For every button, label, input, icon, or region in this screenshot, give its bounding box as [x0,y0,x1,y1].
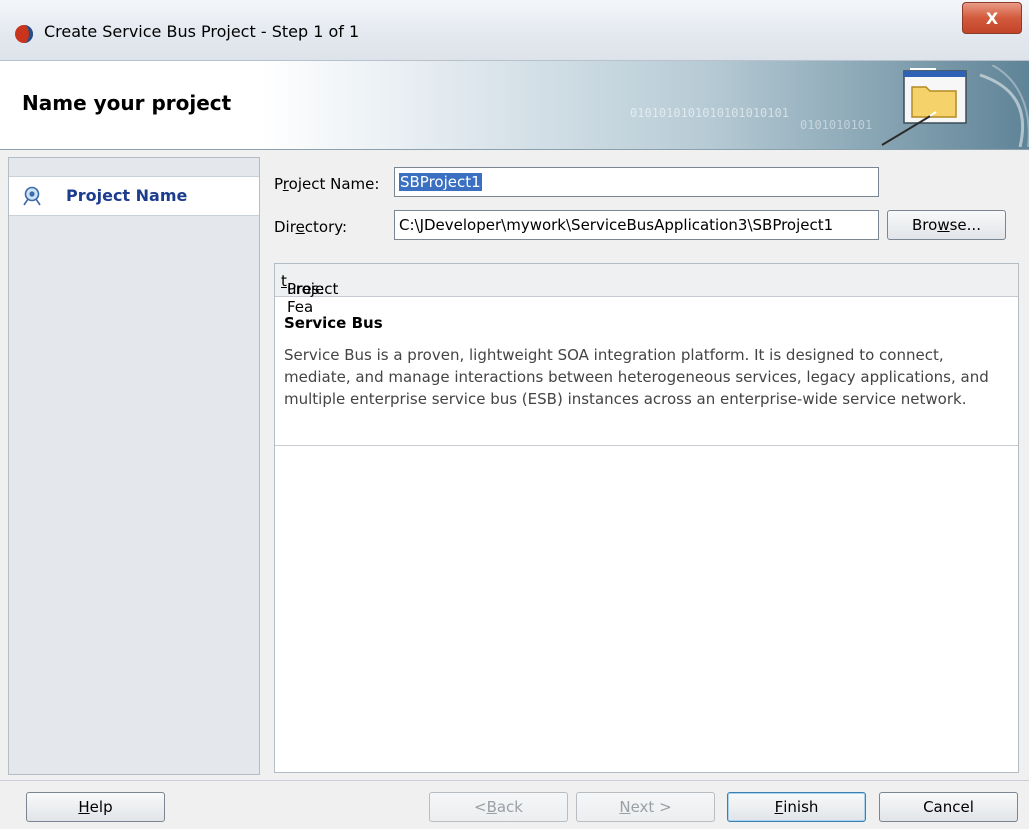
window-title: Create Service Bus Project - Step 1 of 1 [44,22,360,41]
folder-wizard-icon [881,65,1029,147]
feature-description: Service Bus is a proven, lightweight SOA… [284,346,989,408]
nav-item-label: Project Name [66,186,188,205]
project-features-panel: Project Fea t ures: Service Bus Service Bu… [274,263,1019,773]
project-name-label: Project Name: [274,175,380,193]
binary-decoration: 0101010101010101010101 0101010101 [630,106,872,132]
binary-text-2: 0101010101 [800,118,872,132]
directory-label: Directory: [274,218,348,236]
directory-input[interactable]: C:\JDeveloper\mywork\ServiceBusApplicati… [394,210,879,240]
features-header: Project Fea t ures: [275,264,1018,316]
binary-text: 0101010101010101010101 [630,106,789,120]
header-banner: Name your project 0101010101010101010101… [0,61,1029,150]
nav-item-project-name[interactable]: Project Name [9,176,259,216]
cancel-button[interactable]: Cancel [879,792,1018,822]
search-icon [23,186,41,206]
footer-divider [0,780,1029,781]
app-icon [15,25,33,43]
browse-button[interactable]: Bro w se... [887,210,1006,240]
back-button[interactable]: < Back [429,792,568,822]
divider [275,445,1018,446]
finish-button[interactable]: Finish [727,792,866,822]
feature-title: Service Bus [284,314,383,332]
project-name-input[interactable]: SBProject1 [394,167,879,197]
next-button[interactable]: Next > [576,792,715,822]
title-bar: Create Service Bus Project - Step 1 of 1… [0,0,1029,61]
close-button[interactable]: X [962,2,1022,34]
page-title: Name your project [22,91,232,115]
help-button[interactable]: Help [26,792,165,822]
wizard-steps-panel: Project Name [8,157,260,775]
